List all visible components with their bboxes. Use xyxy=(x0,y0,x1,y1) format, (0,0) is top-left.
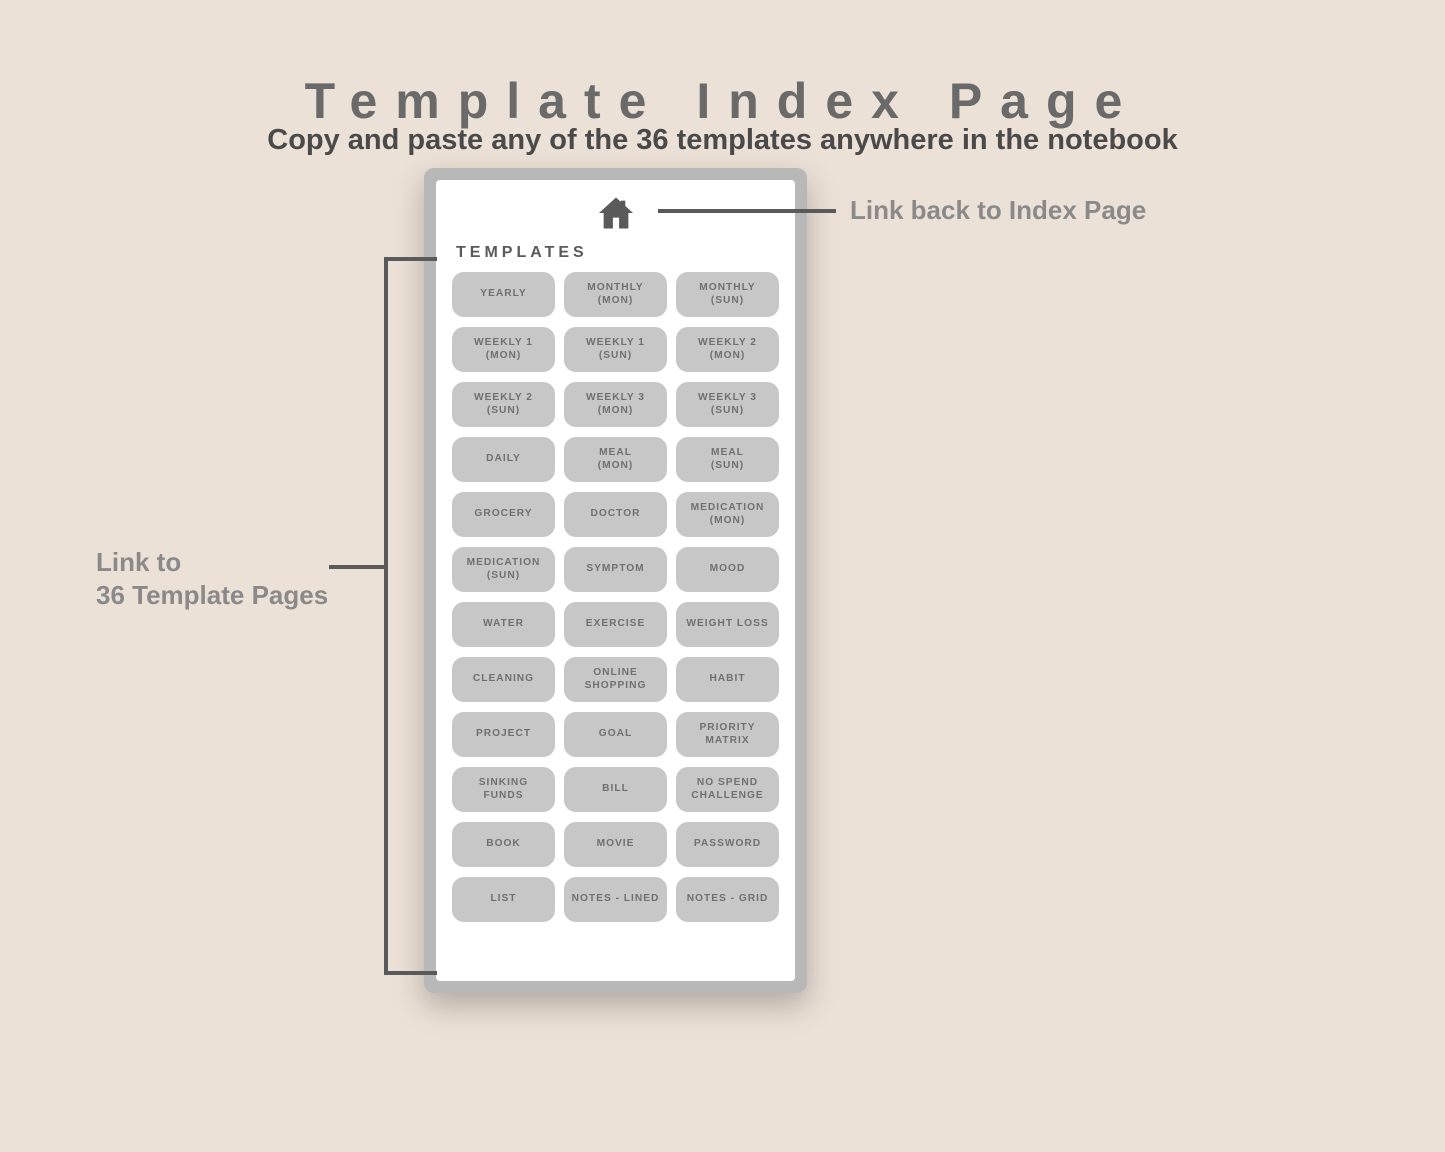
template-tile[interactable]: MEDICATION (MON) xyxy=(676,492,779,537)
page-subtitle: Copy and paste any of the 36 templates a… xyxy=(0,124,1445,157)
template-tile[interactable]: ONLINE SHOPPING xyxy=(564,657,667,702)
template-tile[interactable]: NOTES - LINED xyxy=(564,877,667,922)
connector-line xyxy=(384,257,388,975)
template-tile[interactable]: EXERCISE xyxy=(564,602,667,647)
template-label: SINKING FUNDS xyxy=(479,777,528,803)
template-tile[interactable]: WEEKLY 1 (MON) xyxy=(452,327,555,372)
template-tile[interactable]: DAILY xyxy=(452,437,555,482)
template-tile[interactable]: MOOD xyxy=(676,547,779,592)
template-tile[interactable]: WEEKLY 3 (SUN) xyxy=(676,382,779,427)
template-label: EXERCISE xyxy=(586,618,646,631)
template-label: WEEKLY 3 (SUN) xyxy=(698,392,757,418)
template-tile[interactable]: PASSWORD xyxy=(676,822,779,867)
template-label: WEEKLY 2 (SUN) xyxy=(474,392,533,418)
template-tile[interactable]: MONTHLY (MON) xyxy=(564,272,667,317)
template-label: MONTHLY (SUN) xyxy=(699,282,755,308)
template-tile[interactable]: CLEANING xyxy=(452,657,555,702)
template-label: DOCTOR xyxy=(591,508,641,521)
template-tile[interactable]: GOAL xyxy=(564,712,667,757)
templates-heading: TEMPLATES xyxy=(456,244,588,262)
template-tile[interactable]: NO SPEND CHALLENGE xyxy=(676,767,779,812)
template-label: GOAL xyxy=(599,728,632,741)
template-tile[interactable]: WEEKLY 2 (SUN) xyxy=(452,382,555,427)
template-label: WEEKLY 1 (MON) xyxy=(474,337,533,363)
template-label: DAILY xyxy=(486,453,521,466)
template-label: WEEKLY 1 (SUN) xyxy=(586,337,645,363)
template-tile[interactable]: MEDICATION (SUN) xyxy=(452,547,555,592)
template-tile[interactable]: MOVIE xyxy=(564,822,667,867)
template-label: MEAL (MON) xyxy=(598,447,634,473)
template-tile[interactable]: WEEKLY 3 (MON) xyxy=(564,382,667,427)
annotation-template-links: Link to 36 Template Pages xyxy=(96,546,328,611)
template-tile[interactable]: WEEKLY 2 (MON) xyxy=(676,327,779,372)
template-tile[interactable]: YEARLY xyxy=(452,272,555,317)
home-icon[interactable] xyxy=(596,196,636,230)
template-label: MOOD xyxy=(710,563,746,576)
template-label: BILL xyxy=(602,783,629,796)
template-tile[interactable]: NOTES - GRID xyxy=(676,877,779,922)
template-label: MEDICATION (MON) xyxy=(691,502,765,528)
template-tile[interactable]: BOOK xyxy=(452,822,555,867)
template-tile[interactable]: WATER xyxy=(452,602,555,647)
template-label: PRIORITY MATRIX xyxy=(699,722,755,748)
tablet-frame: TEMPLATES YEARLY MONTHLY (MON) MONTHLY (… xyxy=(424,168,807,993)
template-tile[interactable]: PRIORITY MATRIX xyxy=(676,712,779,757)
template-label: LIST xyxy=(490,893,516,906)
connector-line xyxy=(658,209,836,213)
template-label: NOTES - GRID xyxy=(687,893,769,906)
page-title: Template Index Page xyxy=(0,72,1445,130)
template-label: NOTES - LINED xyxy=(572,893,660,906)
connector-line xyxy=(384,257,437,261)
connector-line xyxy=(384,971,437,975)
annotation-index-link: Link back to Index Page xyxy=(850,194,1146,227)
template-label: MONTHLY (MON) xyxy=(587,282,643,308)
template-tile[interactable]: LIST xyxy=(452,877,555,922)
template-grid: YEARLY MONTHLY (MON) MONTHLY (SUN) WEEKL… xyxy=(452,272,779,922)
template-tile[interactable]: BILL xyxy=(564,767,667,812)
template-label: BOOK xyxy=(486,838,521,851)
template-tile[interactable]: MEAL (SUN) xyxy=(676,437,779,482)
template-label: PROJECT xyxy=(476,728,531,741)
template-label: WEEKLY 2 (MON) xyxy=(698,337,757,363)
template-tile[interactable]: WEIGHT LOSS xyxy=(676,602,779,647)
template-label: GROCERY xyxy=(474,508,532,521)
template-tile[interactable]: MONTHLY (SUN) xyxy=(676,272,779,317)
template-label: SYMPTOM xyxy=(586,563,644,576)
template-label: MEAL (SUN) xyxy=(711,447,744,473)
template-label: NO SPEND CHALLENGE xyxy=(691,777,763,803)
template-label: YEARLY xyxy=(480,288,526,301)
connector-line xyxy=(329,565,384,569)
template-label: PASSWORD xyxy=(694,838,761,851)
template-label: MEDICATION (SUN) xyxy=(467,557,541,583)
template-label: MOVIE xyxy=(597,838,635,851)
template-tile[interactable]: DOCTOR xyxy=(564,492,667,537)
template-tile[interactable]: MEAL (MON) xyxy=(564,437,667,482)
template-tile[interactable]: WEEKLY 1 (SUN) xyxy=(564,327,667,372)
template-label: ONLINE SHOPPING xyxy=(585,667,647,693)
template-tile[interactable]: PROJECT xyxy=(452,712,555,757)
template-label: WEEKLY 3 (MON) xyxy=(586,392,645,418)
template-label: WATER xyxy=(483,618,524,631)
tablet-screen: TEMPLATES YEARLY MONTHLY (MON) MONTHLY (… xyxy=(436,180,795,981)
template-label: CLEANING xyxy=(473,673,534,686)
template-tile[interactable]: SYMPTOM xyxy=(564,547,667,592)
template-tile[interactable]: SINKING FUNDS xyxy=(452,767,555,812)
template-tile[interactable]: HABIT xyxy=(676,657,779,702)
template-tile[interactable]: GROCERY xyxy=(452,492,555,537)
template-label: HABIT xyxy=(709,673,745,686)
template-label: WEIGHT LOSS xyxy=(686,618,768,631)
